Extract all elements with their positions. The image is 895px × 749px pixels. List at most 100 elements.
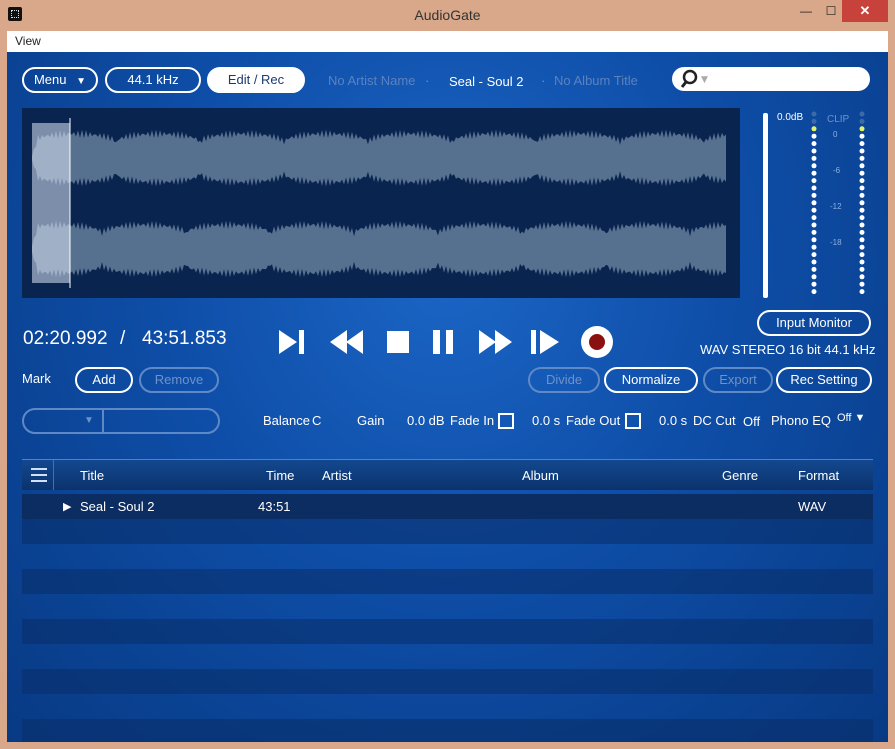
- title-bar: AudioGate — ☐ ✕: [0, 0, 895, 31]
- empty-row: [22, 669, 873, 694]
- meter-right-dot: [859, 118, 865, 124]
- dc-cut-value[interactable]: Off: [743, 414, 760, 429]
- marker-name-field[interactable]: [102, 408, 220, 434]
- meter-left-dot: [811, 200, 817, 206]
- close-button[interactable]: ✕: [842, 0, 888, 22]
- waveform-display[interactable]: [22, 108, 740, 298]
- volume-slider[interactable]: [763, 113, 768, 298]
- current-time: 02:20.992: [23, 328, 108, 349]
- meter-right-dot: [859, 148, 865, 154]
- edit-rec-button[interactable]: Edit / Rec: [207, 67, 305, 93]
- peak-level-label: 0.0dB: [777, 112, 804, 123]
- column-format[interactable]: Format: [798, 468, 839, 483]
- meter-left-dot: [811, 259, 817, 265]
- rewind-icon[interactable]: [330, 330, 363, 354]
- column-artist[interactable]: Artist: [322, 468, 352, 483]
- fade-out-value[interactable]: 0.0 s: [659, 413, 687, 428]
- normalize-button[interactable]: Normalize: [604, 367, 698, 393]
- meter-right-dot: [859, 229, 865, 235]
- meter-left-dot: [811, 126, 817, 132]
- maximize-button[interactable]: ☐: [820, 0, 842, 22]
- column-title[interactable]: Title: [80, 468, 104, 483]
- played-region: [32, 123, 70, 283]
- marker-select[interactable]: ▼: [22, 408, 104, 434]
- column-divider: [53, 460, 54, 490]
- meter-left-dot: [811, 192, 817, 198]
- meter-right-dot: [859, 185, 865, 191]
- fast-forward-icon[interactable]: [479, 330, 512, 354]
- meta-separator-1: ·: [425, 73, 430, 88]
- balance-value[interactable]: C: [312, 413, 321, 428]
- list-menu-icon[interactable]: [31, 467, 51, 483]
- meter-left-dot: [811, 266, 817, 272]
- play-indicator-icon: ▶: [63, 501, 72, 513]
- sample-rate-button[interactable]: 44.1 kHz: [105, 67, 201, 93]
- column-album[interactable]: Album: [522, 468, 559, 483]
- search-input[interactable]: ▼: [672, 67, 870, 91]
- meter-right-dot: [859, 207, 865, 213]
- window-title: AudioGate: [414, 7, 481, 23]
- balance-label: Balance: [263, 413, 310, 428]
- track-name: Seal - Soul 2: [449, 74, 524, 89]
- meter-left-dot: [811, 133, 817, 139]
- meter-left-dot: [811, 229, 817, 235]
- column-genre[interactable]: Genre: [722, 468, 758, 483]
- gain-value[interactable]: 0.0 dB: [407, 413, 445, 428]
- meter-right-dot: [859, 259, 865, 265]
- meter-left-dot: [811, 244, 817, 250]
- meter-left-dot: [811, 170, 817, 176]
- input-monitor-button[interactable]: Input Monitor: [757, 310, 871, 336]
- row-format: WAV: [798, 499, 827, 514]
- fade-out-checkbox[interactable]: [625, 413, 641, 429]
- playlist-header: Title Time Artist Album Genre Format: [22, 459, 873, 490]
- meter-left-dot: [811, 178, 817, 184]
- column-time[interactable]: Time: [266, 468, 294, 483]
- waveform-channel: [32, 220, 726, 278]
- stop-icon[interactable]: [387, 331, 409, 353]
- pause-icon[interactable]: [433, 330, 453, 354]
- search-icon: ▼: [680, 69, 708, 88]
- meter-right-dot: [859, 222, 865, 228]
- skip-to-end-icon[interactable]: [279, 330, 304, 354]
- time-separator: /: [120, 328, 126, 349]
- phono-eq-label: Phono EQ: [771, 413, 831, 428]
- meter-left-dot: [811, 222, 817, 228]
- menu-view[interactable]: View: [15, 34, 41, 48]
- waveform-graphic: [32, 118, 726, 288]
- artist-name: No Artist Name: [328, 73, 416, 88]
- fade-in-value[interactable]: 0.0 s: [532, 413, 560, 428]
- meter-right-dot: [859, 126, 865, 132]
- export-button[interactable]: Export: [703, 367, 773, 393]
- phono-eq-select[interactable]: Off ▼: [837, 412, 865, 424]
- divide-button[interactable]: Divide: [528, 367, 600, 393]
- meter-right-dot: [859, 133, 865, 139]
- fade-in-checkbox[interactable]: [498, 413, 514, 429]
- app-window: AudioGate — ☐ ✕ View Menu ▼ 44.1 kHz Edi…: [0, 0, 895, 749]
- add-mark-button[interactable]: Add: [75, 367, 133, 393]
- main-panel: Menu ▼ 44.1 kHz Edit / Rec No Artist Nam…: [7, 52, 888, 742]
- meter-right-dot: [859, 274, 865, 280]
- table-row[interactable]: ▶ Seal - Soul 2 43:51 WAV: [22, 494, 873, 519]
- meter-right-dot: [859, 289, 865, 295]
- svg-text:▼: ▼: [701, 75, 708, 85]
- mark-label: Mark: [22, 371, 51, 386]
- meter-left-dot: [811, 289, 817, 295]
- fade-in-label: Fade In: [450, 413, 495, 428]
- empty-row: [22, 719, 873, 742]
- next-mark-icon[interactable]: [531, 330, 559, 354]
- meter-right-dot: [859, 192, 865, 198]
- minimize-button[interactable]: —: [795, 0, 817, 22]
- meter-right-dot: [859, 155, 865, 161]
- meter-right-dot: [859, 237, 865, 243]
- meter-right-dot: [859, 215, 865, 221]
- meter-left-dot: [811, 252, 817, 258]
- menu-button[interactable]: Menu ▼: [22, 67, 98, 93]
- rec-setting-button[interactable]: Rec Setting: [776, 367, 872, 393]
- dc-cut-label: DC Cut: [693, 413, 736, 428]
- row-title: Seal - Soul 2: [80, 499, 155, 514]
- record-icon[interactable]: [581, 326, 613, 358]
- gain-label: Gain: [357, 413, 385, 428]
- meter-right-dot: [859, 281, 865, 287]
- meter-right-dot: [859, 200, 865, 206]
- remove-mark-button[interactable]: Remove: [139, 367, 219, 393]
